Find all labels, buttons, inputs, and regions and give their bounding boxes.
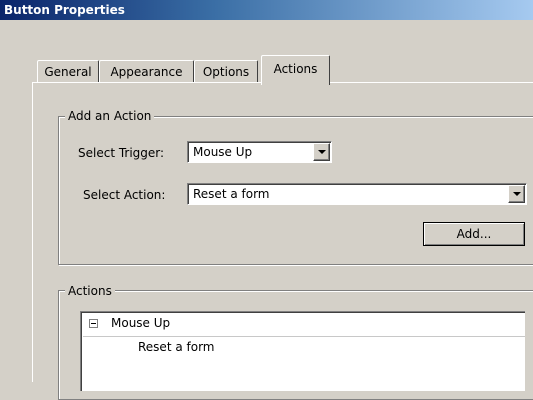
tab-appearance[interactable]: Appearance xyxy=(99,60,194,82)
add-button[interactable]: Add... xyxy=(423,222,525,246)
tree-item-reset-form[interactable]: Reset a form xyxy=(138,339,214,355)
collapse-icon[interactable] xyxy=(89,319,98,328)
actions-tab-panel: Add an Action Select Trigger: Mouse Up S… xyxy=(32,82,533,400)
add-action-group-title: Add an Action xyxy=(65,109,155,123)
select-trigger-dropdown-button[interactable] xyxy=(313,143,330,161)
tab-options[interactable]: Options xyxy=(194,60,258,82)
select-action-dropdown-button[interactable] xyxy=(508,185,525,203)
tab-general-label: General xyxy=(44,65,92,79)
tab-actions[interactable]: Actions xyxy=(261,55,330,85)
select-trigger-dropdown[interactable]: Mouse Up xyxy=(187,141,332,163)
tree-item-mouse-up-label: Mouse Up xyxy=(111,316,171,330)
select-trigger-value: Mouse Up xyxy=(193,145,253,159)
select-action-label: Select Action: xyxy=(83,188,166,202)
select-trigger-label: Select Trigger: xyxy=(78,146,165,160)
tab-options-label: Options xyxy=(202,65,250,79)
chevron-down-icon xyxy=(318,150,326,154)
actions-tree[interactable]: Mouse Up Reset a form xyxy=(80,311,525,391)
tab-general[interactable]: General xyxy=(37,60,99,82)
window-title: Button Properties xyxy=(4,3,125,17)
tab-actions-label: Actions xyxy=(273,62,318,76)
chevron-down-icon xyxy=(513,192,521,196)
title-bar: Button Properties xyxy=(0,0,533,20)
select-action-dropdown[interactable]: Reset a form xyxy=(187,183,527,205)
select-action-value: Reset a form xyxy=(193,187,270,201)
actions-group-title: Actions xyxy=(65,284,115,298)
tree-divider xyxy=(83,336,525,337)
tab-appearance-label: Appearance xyxy=(110,65,183,79)
